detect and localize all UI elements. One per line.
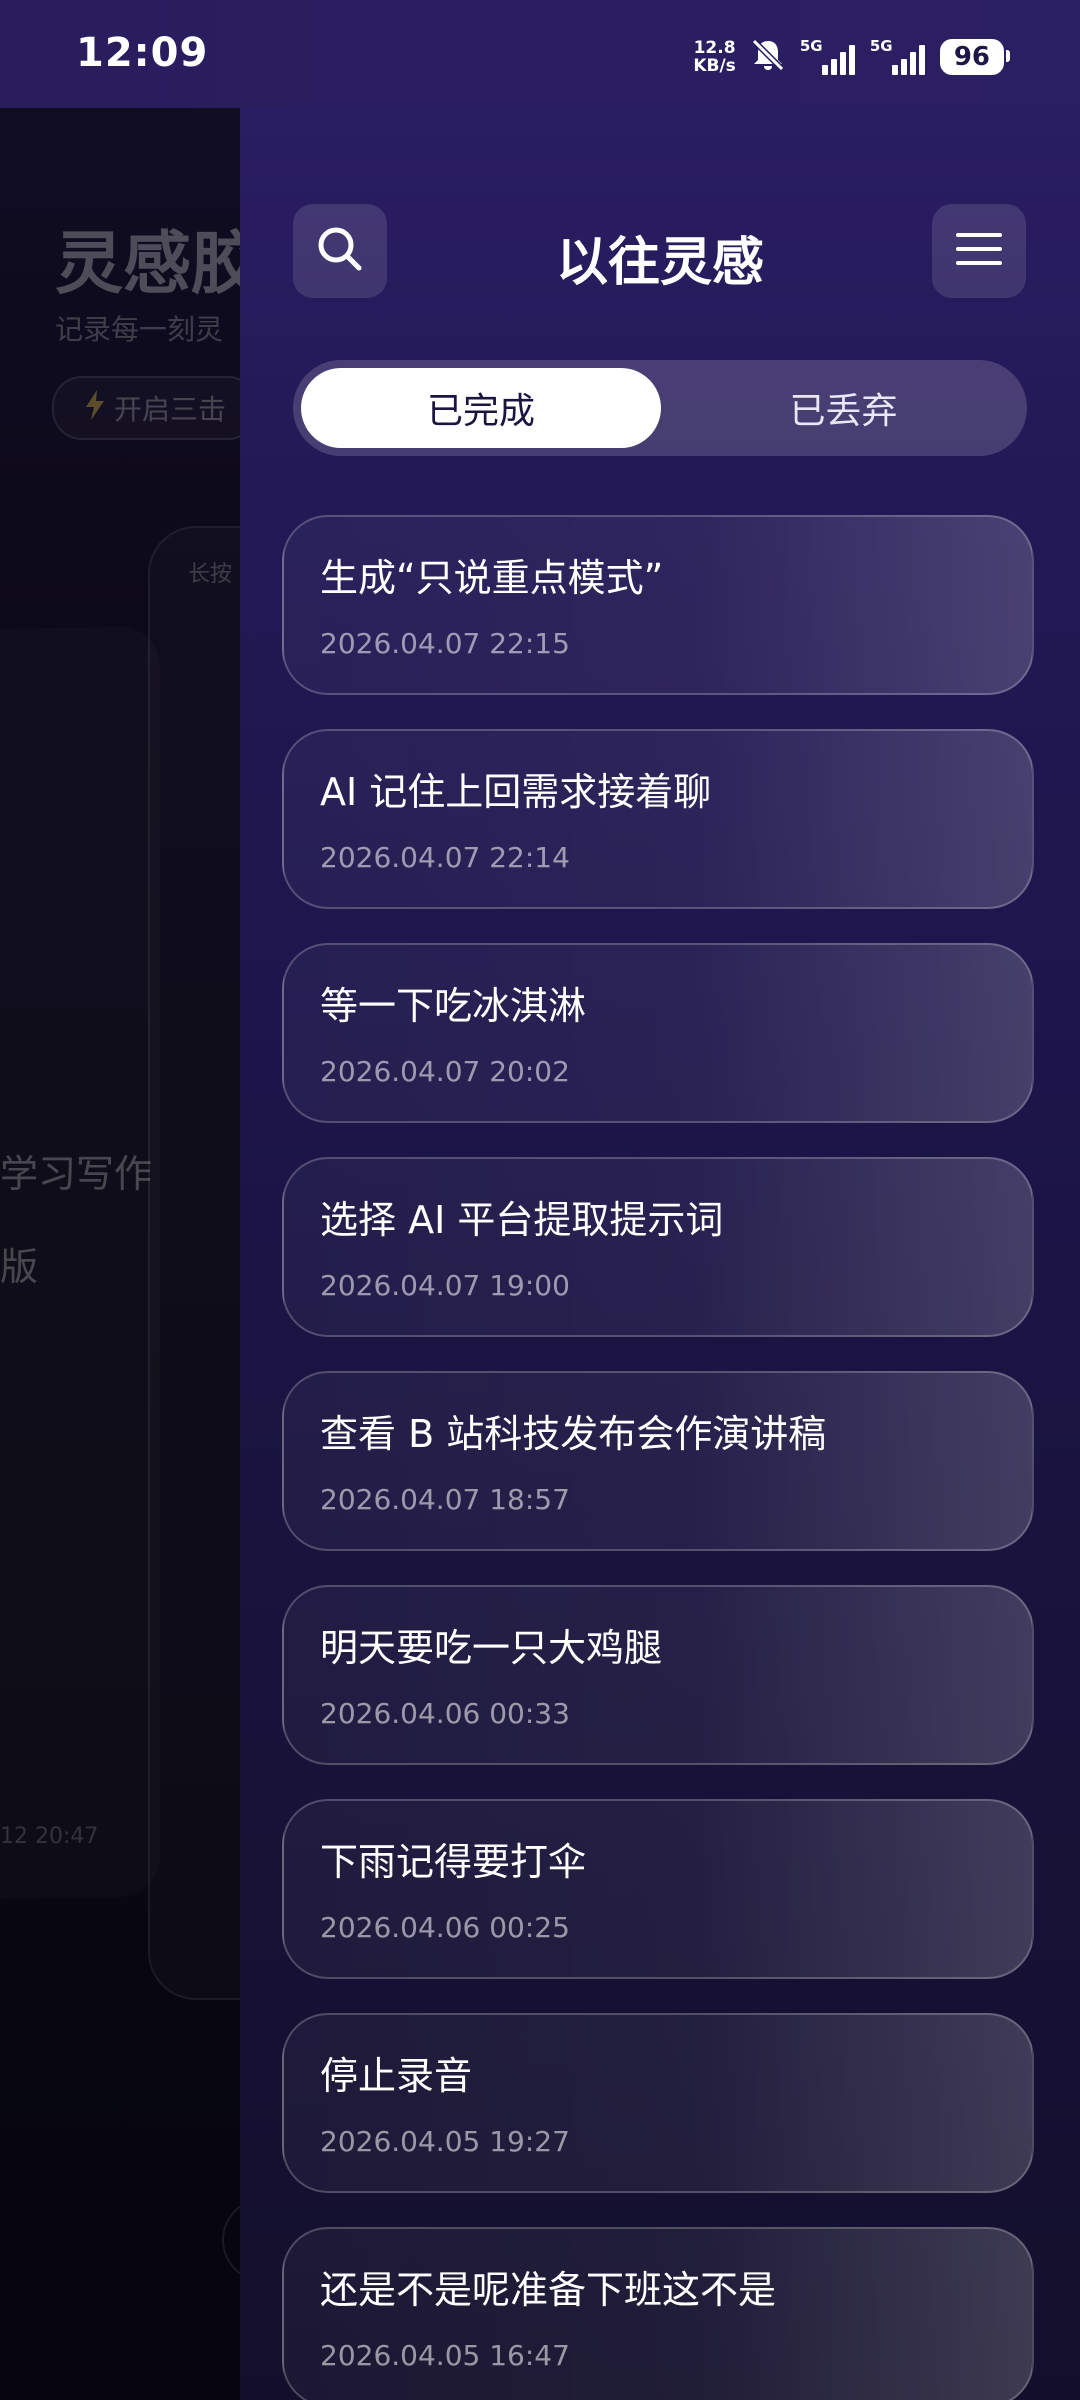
item-timestamp: 2026.04.07 19:00 (320, 1269, 570, 1302)
list-item[interactable]: 生成“只说重点模式” 2026.04.07 22:15 (282, 515, 1034, 695)
item-title: 下雨记得要打伞 (320, 1840, 587, 1884)
item-title: 等一下吃冰淇淋 (320, 984, 587, 1028)
history-drawer: 以往灵感 已完成 已丢弃 生成“只说重点模式” 2026.04.07 22:15 (240, 0, 1080, 2400)
item-title: AI 记住上回需求接着聊 (320, 770, 712, 814)
item-timestamp: 2026.04.07 20:02 (320, 1055, 570, 1088)
status-icons: 12.8 KB/s 5G 5G 96 (693, 32, 1011, 82)
list-item[interactable]: 选择 AI 平台提取提示词 2026.04.07 19:00 (282, 1157, 1034, 1337)
item-title: 查看 B 站科技发布会作演讲稿 (320, 1412, 827, 1456)
list-item[interactable]: 还是不是呢准备下班这不是 2026.04.05 16:47 (282, 2227, 1034, 2400)
network-speed-unit: KB/s (693, 56, 736, 76)
screen: 12:09 12.8 KB/s 5G 5G 96 灵感胶 记录每一刻灵 开启三击… (0, 0, 1080, 2400)
list-item[interactable]: 等一下吃冰淇淋 2026.04.07 20:02 (282, 943, 1034, 1123)
list-item[interactable]: 下雨记得要打伞 2026.04.06 00:25 (282, 1799, 1034, 1979)
item-title: 停止录音 (320, 2054, 473, 2098)
item-timestamp: 2026.04.07 22:14 (320, 841, 570, 874)
item-title: 还是不是呢准备下班这不是 (320, 2268, 777, 2312)
list-item[interactable]: AI 记住上回需求接着聊 2026.04.07 22:14 (282, 729, 1034, 909)
hamburger-menu-icon (954, 229, 1004, 273)
item-title: 生成“只说重点模式” (320, 556, 664, 600)
item-title: 选择 AI 平台提取提示词 (320, 1198, 724, 1242)
status-segmented-control: 已完成 已丢弃 (293, 360, 1027, 456)
item-timestamp: 2026.04.07 22:15 (320, 627, 570, 660)
signal-icon-sim1: 5G (800, 37, 858, 77)
tab-completed[interactable]: 已完成 (301, 368, 661, 448)
status-time: 12:09 (76, 30, 209, 76)
drawer-header: 以往灵感 (240, 200, 1080, 300)
bell-off-icon (748, 35, 788, 79)
background-scrim[interactable] (0, 108, 240, 2400)
item-timestamp: 2026.04.06 00:33 (320, 1697, 570, 1730)
item-timestamp: 2026.04.06 00:25 (320, 1911, 570, 1944)
item-timestamp: 2026.04.05 19:27 (320, 2125, 570, 2158)
list-item[interactable]: 停止录音 2026.04.05 19:27 (282, 2013, 1034, 2193)
status-bar: 12:09 12.8 KB/s 5G 5G 96 (0, 0, 1080, 108)
network-speed: 12.8 KB/s (693, 39, 735, 75)
list-item[interactable]: 明天要吃一只大鸡腿 2026.04.06 00:33 (282, 1585, 1034, 1765)
tab-discarded[interactable]: 已丢弃 (660, 368, 1027, 448)
item-timestamp: 2026.04.05 16:47 (320, 2339, 570, 2372)
list-item[interactable]: 查看 B 站科技发布会作演讲稿 2026.04.07 18:57 (282, 1371, 1034, 1551)
item-title: 明天要吃一只大鸡腿 (320, 1626, 663, 1670)
network-speed-value: 12.8 (693, 38, 736, 58)
battery-indicator: 96 (939, 39, 1011, 75)
inspiration-list: 生成“只说重点模式” 2026.04.07 22:15 AI 记住上回需求接着聊… (282, 515, 1038, 2400)
signal-icon-sim2: 5G (870, 37, 928, 77)
item-timestamp: 2026.04.07 18:57 (320, 1483, 570, 1516)
menu-button[interactable] (932, 204, 1026, 298)
